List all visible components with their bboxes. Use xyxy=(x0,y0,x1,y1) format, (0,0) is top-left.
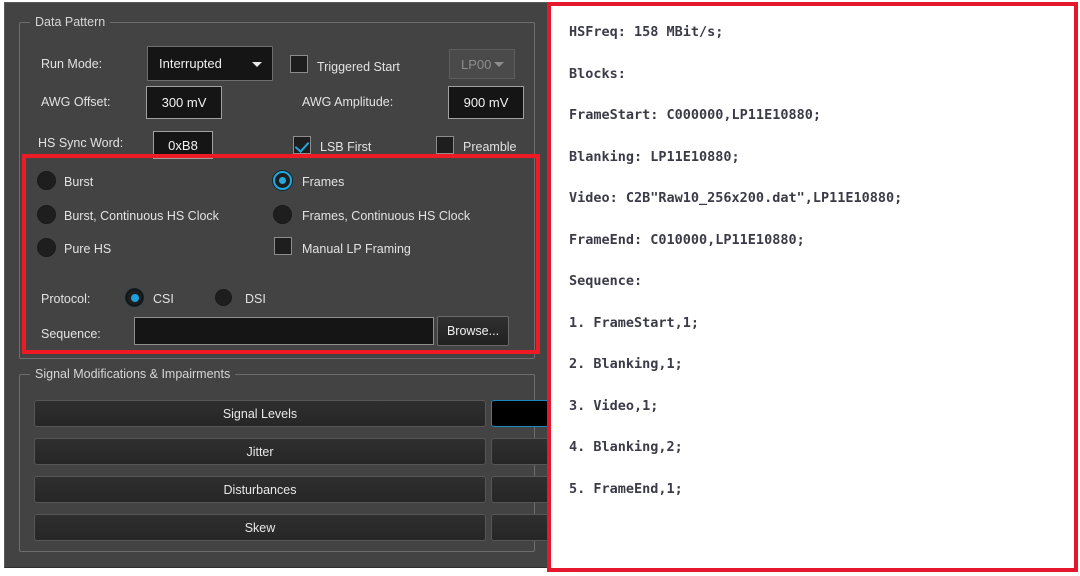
script-line: 4. Blanking,2; xyxy=(569,439,683,455)
disturbances-button[interactable]: Disturbances xyxy=(34,476,486,503)
script-line: HSFreq: 158 MBit/s; xyxy=(569,24,724,40)
chevron-down-icon xyxy=(252,61,262,67)
triggered-start-label: Triggered Start xyxy=(317,60,400,74)
preamble-label: Preamble xyxy=(463,140,517,154)
sequence-label: Sequence: xyxy=(41,327,101,341)
pattern-script-panel: HSFreq: 158 MBit/s; Blocks: FrameStart: … xyxy=(547,2,1078,572)
lp-state-combobox[interactable]: LP00 xyxy=(449,49,515,79)
awg-offset-value: 300 mV xyxy=(161,95,207,110)
script-line: 2. Blanking,1; xyxy=(569,356,683,372)
script-line: FrameEnd: C010000,LP11E10880; xyxy=(569,231,805,248)
mode-radio-frames[interactable] xyxy=(273,171,292,190)
mode-radio-burst[interactable] xyxy=(37,171,56,190)
awg-offset-label: AWG Offset: xyxy=(41,95,111,109)
run-mode-label: Run Mode: xyxy=(41,57,103,71)
lsb-first-label: LSB First xyxy=(320,140,372,154)
run-mode-combobox[interactable]: Interrupted xyxy=(147,46,273,81)
browse-button[interactable]: Browse... xyxy=(437,316,509,346)
awg-amplitude-label: AWG Amplitude: xyxy=(302,95,394,109)
mode-label-frames: Frames xyxy=(302,175,345,189)
signal-modifications-group-title: Signal Modifications & Impairments xyxy=(30,367,236,381)
script-line: 1. FrameStart,1; xyxy=(569,314,700,331)
lp-state-value: LP00 xyxy=(461,56,492,72)
manual-lp-framing-label: Manual LP Framing xyxy=(302,242,411,256)
jitter-button-label: Jitter xyxy=(246,444,274,459)
hs-sync-word-field[interactable]: 0xB8 xyxy=(153,131,213,159)
preamble-checkbox[interactable] xyxy=(436,136,454,154)
script-line: 5. FrameEnd,1; xyxy=(569,480,683,497)
mode-radio-frames-continuous-hs-clock[interactable] xyxy=(273,205,292,224)
mode-label-pure-hs: Pure HS xyxy=(64,242,112,256)
manual-lp-framing-checkbox[interactable] xyxy=(274,237,292,255)
protocol-label-dsi: DSI xyxy=(245,292,266,306)
protocol-radio-dsi[interactable] xyxy=(215,289,232,306)
jitter-button[interactable]: Jitter xyxy=(34,438,486,465)
awg-amplitude-value: 900 mV xyxy=(463,95,509,110)
mode-label-frames-continuous-hs-clock: Frames, Continuous HS Clock xyxy=(302,209,471,223)
hs-sync-word-value: 0xB8 xyxy=(168,137,198,153)
script-line: 3. Video,1; xyxy=(569,397,659,414)
awg-offset-field[interactable]: 300 mV xyxy=(146,86,222,119)
sequence-input[interactable] xyxy=(134,317,434,345)
skew-button-label: Skew xyxy=(244,520,276,535)
triggered-start-checkbox[interactable] xyxy=(290,55,308,73)
script-line: Sequence: xyxy=(569,273,643,289)
protocol-label-csi: CSI xyxy=(153,292,174,306)
mode-label-burst-continuous-hs-clock: Burst, Continuous HS Clock xyxy=(64,209,219,223)
data-pattern-group-title: Data Pattern xyxy=(30,15,111,29)
script-line: Video: C2B"Raw10_256x200.dat",LP11E10880… xyxy=(569,190,903,206)
signal-levels-button[interactable]: Signal Levels xyxy=(34,400,486,427)
signal-levels-button-label: Signal Levels xyxy=(222,406,298,421)
disturbances-button-label: Disturbances xyxy=(223,482,297,497)
protocol-label: Protocol: xyxy=(41,292,91,306)
script-line: Blanking: LP11E10880; xyxy=(569,148,740,165)
lsb-first-checkbox[interactable] xyxy=(293,136,311,154)
skew-button[interactable]: Skew xyxy=(34,514,486,541)
pattern-script-text: HSFreq: 158 MBit/s; Blocks: FrameStart: … xyxy=(569,22,1066,520)
mode-label-burst: Burst xyxy=(64,175,94,189)
mode-radio-burst-continuous-hs-clock[interactable] xyxy=(37,205,56,224)
awg-amplitude-field[interactable]: 900 mV xyxy=(448,86,524,119)
hs-sync-word-label: HS Sync Word: xyxy=(38,136,124,150)
protocol-radio-csi[interactable] xyxy=(126,289,143,306)
instrument-control-panel: Data Pattern Run Mode: Interrupted Trigg… xyxy=(4,2,561,568)
script-line: Blocks: xyxy=(569,65,626,82)
browse-button-label: Browse... xyxy=(446,324,500,338)
run-mode-value: Interrupted xyxy=(159,56,222,71)
mode-radio-pure-hs[interactable] xyxy=(37,238,56,257)
chevron-down-icon xyxy=(494,62,504,67)
script-line: FrameStart: C000000,LP11E10880; xyxy=(569,107,821,123)
screenshot-root: Data Pattern Run Mode: Interrupted Trigg… xyxy=(0,0,1080,576)
